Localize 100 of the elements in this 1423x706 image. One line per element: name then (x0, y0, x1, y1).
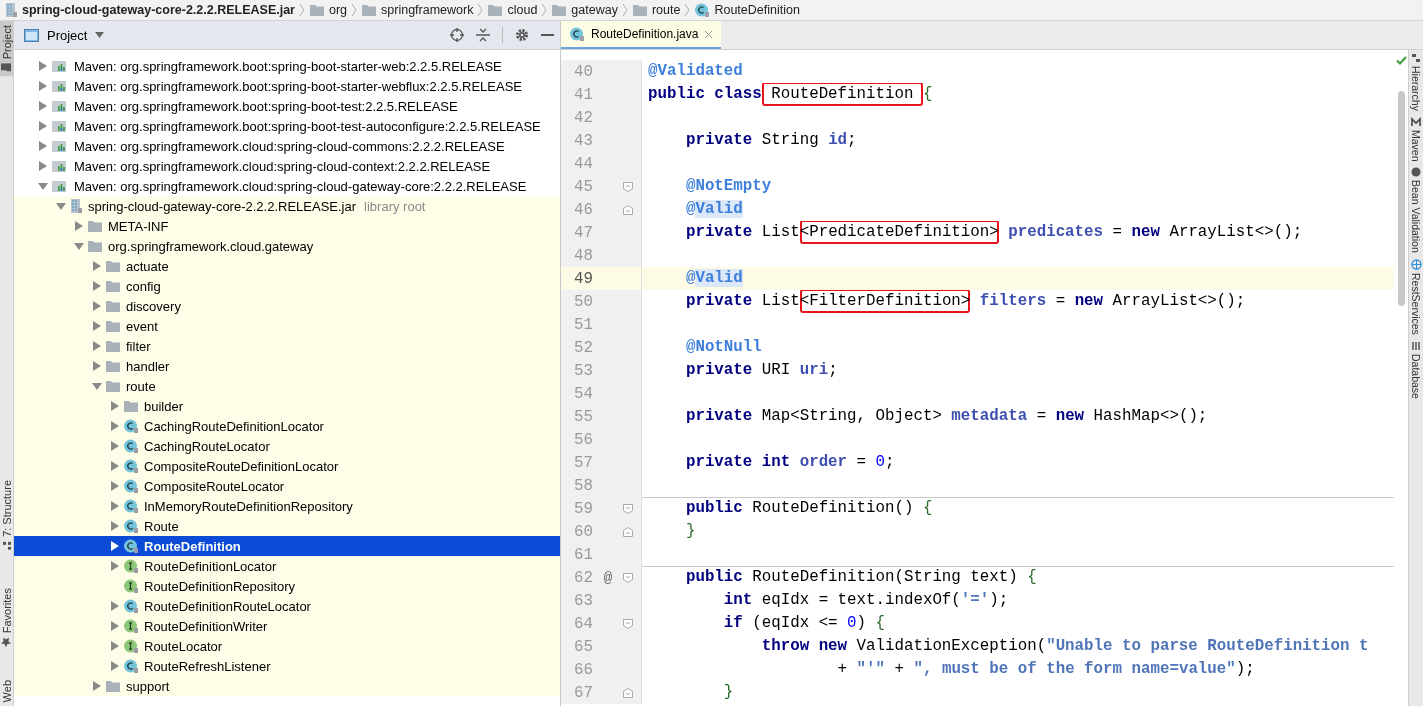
expand-arrow-icon[interactable] (110, 641, 120, 651)
tree-item[interactable]: CompositeRouteDefinitionLocator (14, 456, 560, 476)
tree-item[interactable]: builder (14, 396, 560, 416)
tree-item[interactable]: CachingRouteDefinitionLocator (14, 416, 560, 436)
tree-item[interactable]: Maven: org.springframework.cloud:spring-cloud-context:2.2.2.RELEASE (14, 156, 560, 176)
tree-item[interactable]: config (14, 276, 560, 296)
tool-window-tab[interactable]: 7: Structure (0, 476, 13, 555)
tree-item[interactable]: META-INF (14, 216, 560, 236)
override-marker[interactable]: @ (603, 569, 613, 586)
editor-tab[interactable]: RouteDefinition.java (561, 21, 722, 49)
tree-item[interactable]: route (14, 376, 560, 396)
tool-window-tab[interactable]: Web (0, 675, 13, 706)
fold-end-icon[interactable] (623, 204, 633, 215)
expand-arrow-icon[interactable] (38, 81, 48, 91)
expand-arrow-icon[interactable] (92, 341, 102, 351)
tree-item[interactable]: CompositeRouteLocator (14, 476, 560, 496)
tree-item[interactable]: InMemoryRouteDefinitionRepository (14, 496, 560, 516)
fold-icon[interactable] (623, 572, 633, 583)
expand-arrow-icon[interactable] (92, 261, 102, 271)
tool-window-tab[interactable]: Database (1409, 341, 1423, 400)
fold-end-icon[interactable] (623, 687, 633, 698)
locate-icon[interactable] (450, 28, 464, 42)
collapse-arrow-icon[interactable] (92, 381, 102, 391)
settings-icon[interactable] (515, 28, 529, 42)
tree-item[interactable]: actuate (14, 256, 560, 276)
collapse-arrow-icon[interactable] (74, 241, 84, 251)
expand-arrow-icon[interactable] (110, 661, 120, 671)
tree-item[interactable]: Maven: org.springframework.boot:spring-boot-starter-web:2.2.5.RELEASE (14, 56, 560, 76)
code-line: private int order = 0; (684, 452, 896, 473)
collapse-arrow-icon[interactable] (38, 181, 48, 191)
expand-arrow-icon[interactable] (110, 521, 120, 531)
tool-window-tab[interactable]: Favorites (0, 584, 13, 652)
tree-item[interactable]: RouteRefreshListener (14, 656, 560, 676)
fold-icon[interactable] (623, 503, 633, 514)
expand-arrow-icon[interactable] (110, 621, 120, 631)
check-icon[interactable] (1395, 56, 1407, 65)
tree-item[interactable]: RouteLocator (14, 636, 560, 656)
breadcrumb[interactable]: springframework (361, 3, 474, 17)
expand-arrow-icon[interactable] (110, 541, 120, 551)
breadcrumb[interactable]: org (309, 3, 348, 17)
tool-window-tab[interactable]: Hierarchy (1409, 54, 1423, 111)
tree-item[interactable]: Maven: org.springframework.boot:spring-boot-test:2.2.5.RELEASE (14, 96, 560, 116)
tree-item[interactable]: spring-cloud-gateway-core-2.2.2.RELEASE.jar library root (14, 196, 560, 216)
tree-item[interactable]: filter (14, 336, 560, 356)
tool-window-tab[interactable]: Maven (1409, 116, 1423, 162)
breadcrumb[interactable]: spring-cloud-gateway-core-2.2.2.RELEASE.jar (4, 2, 295, 18)
expand-arrow-icon[interactable] (38, 61, 48, 71)
tree-item[interactable]: org.springframework.cloud.gateway (14, 236, 560, 256)
dropdown-caret-icon[interactable] (95, 32, 105, 38)
expand-arrow-icon[interactable] (92, 681, 102, 691)
tree-item[interactable]: RouteDefinitionWriter (14, 616, 560, 636)
tree-item[interactable]: RouteDefinition (14, 536, 560, 556)
tree-item[interactable]: Maven: org.springframework.boot:spring-boot-test-autoconfigure:2.2.5.RELEASE (14, 116, 560, 136)
breadcrumb[interactable]: RouteDefinition (694, 2, 800, 18)
fold-icon[interactable] (623, 618, 633, 629)
expand-arrow-icon[interactable] (38, 161, 48, 171)
tool-window-tab[interactable]: RestServices (1409, 259, 1423, 336)
tree-item[interactable]: RouteDefinitionRouteLocator (14, 596, 560, 616)
tree-item[interactable]: handler (14, 356, 560, 376)
breadcrumb[interactable]: route (631, 3, 681, 17)
minimize-icon[interactable] (541, 33, 554, 37)
expand-arrow-icon[interactable] (110, 601, 120, 611)
scrollbar-thumb[interactable] (1397, 91, 1405, 306)
code-line: + "'" + ", must be of the form name=value"); (836, 659, 1256, 680)
tree-item[interactable]: Route (14, 516, 560, 536)
expand-arrow-icon[interactable] (92, 361, 102, 371)
expand-arrow-icon[interactable] (110, 461, 120, 471)
expand-arrow-icon[interactable] (74, 221, 84, 231)
panel-title[interactable]: Project (47, 27, 88, 43)
expand-arrow-icon[interactable] (38, 141, 48, 151)
expand-arrow-icon[interactable] (110, 561, 120, 571)
collapse-all-icon[interactable] (476, 28, 490, 42)
expand-arrow-icon[interactable] (38, 101, 48, 111)
expand-arrow-icon[interactable] (38, 121, 48, 131)
tree-item[interactable]: support (14, 676, 560, 696)
tree-item[interactable]: RouteDefinitionRepository (14, 576, 560, 596)
expand-arrow-icon[interactable] (110, 421, 120, 431)
tree-item[interactable]: CachingRouteLocator (14, 436, 560, 456)
expand-arrow-icon[interactable] (92, 301, 102, 311)
expand-arrow-icon[interactable] (110, 501, 120, 511)
expand-arrow-icon[interactable] (92, 321, 102, 331)
folder-icon (1, 63, 12, 73)
tree-item[interactable]: Maven: org.springframework.cloud:spring-cloud-gateway-core:2.2.2.RELEASE (14, 176, 560, 196)
expand-arrow-icon[interactable] (110, 401, 120, 411)
fold-icon[interactable] (623, 181, 633, 192)
tree-item[interactable]: event (14, 316, 560, 336)
close-icon[interactable] (704, 29, 714, 39)
breadcrumb[interactable]: gateway (551, 3, 618, 17)
expand-arrow-icon[interactable] (110, 481, 120, 491)
fold-end-icon[interactable] (623, 526, 633, 537)
collapse-arrow-icon[interactable] (56, 201, 66, 211)
tree-item[interactable]: RouteDefinitionLocator (14, 556, 560, 576)
breadcrumb[interactable]: cloud (487, 3, 538, 17)
tree-item[interactable]: discovery (14, 296, 560, 316)
expand-arrow-icon[interactable] (92, 281, 102, 291)
tool-window-tab[interactable]: Bean Validation (1409, 167, 1423, 254)
expand-arrow-icon[interactable] (110, 441, 120, 451)
tree-item[interactable]: Maven: org.springframework.boot:spring-boot-starter-webflux:2.2.5.RELEASE (14, 76, 560, 96)
tool-window-tab[interactable]: Project (0, 21, 13, 77)
tree-item[interactable]: Maven: org.springframework.cloud:spring-cloud-commons:2.2.2.RELEASE (14, 136, 560, 156)
